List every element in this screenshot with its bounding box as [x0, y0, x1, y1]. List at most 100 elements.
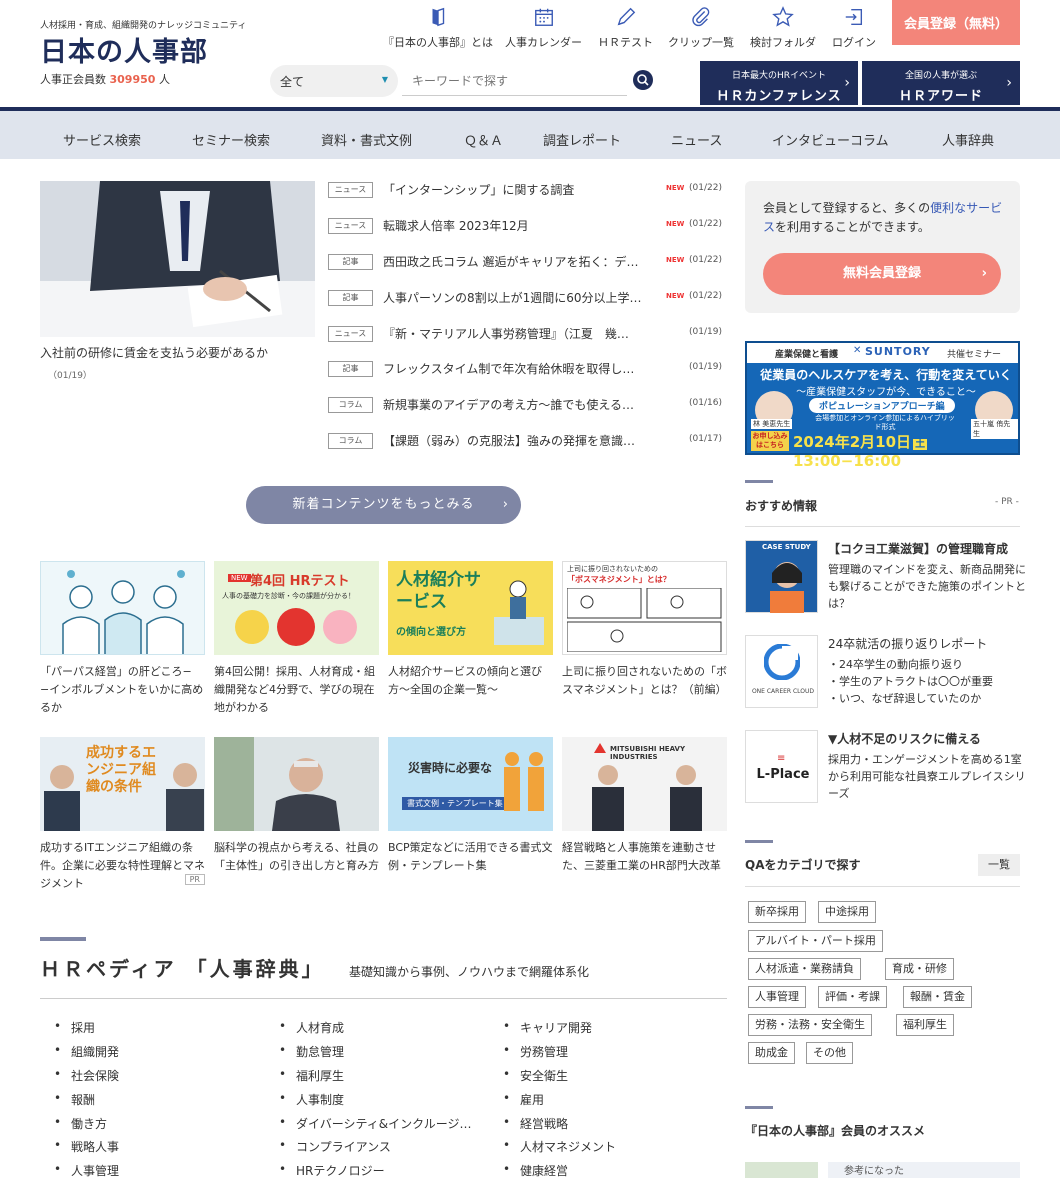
qa-tag[interactable]: 人事管理 [748, 986, 806, 1008]
search-category-select[interactable]: 全て ▼ [270, 65, 398, 97]
chevron-right-icon: › [1006, 75, 1012, 91]
recommend-image-label: L-Place [756, 767, 810, 782]
news-row[interactable]: 記事 フレックスタイム制で年次有給休暇を取得し… (01/19) [328, 360, 723, 380]
topnav-about[interactable]: 『日本の人事部』とは [383, 6, 493, 50]
register-button[interactable]: 会員登録（無料） [892, 0, 1020, 45]
news-tag: 記事 [328, 254, 373, 270]
news-tag: ニュース [328, 218, 373, 234]
nav-service-search[interactable]: サービス検索 [63, 130, 141, 149]
qa-tag[interactable]: 報酬・賃金 [903, 986, 972, 1008]
feature-card[interactable]: 成功するエンジニア組織の条件 成功するITエンジニア組織の条件。企業に必要な特性… [40, 737, 205, 893]
qa-divider [745, 886, 1020, 887]
qa-tag[interactable]: 育成・研修 [885, 958, 954, 980]
qa-tag[interactable]: 評価・考課 [818, 986, 887, 1008]
card-image: 人材紹介サービス の傾向と選び方 [388, 561, 553, 655]
feature-card[interactable]: 上司に振り回されないための 「ボスマネジメント」とは？ 上司に振り回されないため… [562, 561, 727, 699]
qa-tag[interactable]: 新卒採用 [748, 901, 806, 923]
dict-item[interactable]: 人材育成 [279, 1019, 344, 1036]
hr-award-banner[interactable]: 全国の人事が選ぶ ＨＲアワード › [862, 61, 1020, 105]
dict-item[interactable]: 報酬 [54, 1091, 95, 1108]
dict-item[interactable]: 採用 [54, 1019, 95, 1036]
dict-item[interactable]: HRテクノロジー [279, 1162, 385, 1179]
nav-hr-dictionary[interactable]: 人事辞典 [942, 130, 994, 149]
member-count-label: 人事正会員数 [40, 73, 106, 86]
topnav-calendar[interactable]: 人事カレンダー [505, 6, 582, 50]
dict-item[interactable]: 安全衛生 [503, 1067, 568, 1084]
hero-image[interactable] [40, 181, 315, 337]
dict-item[interactable]: 人事管理 [54, 1162, 119, 1179]
dict-item[interactable]: 健康経営 [503, 1162, 568, 1179]
dict-item[interactable]: キャリア開発 [503, 1019, 592, 1036]
topnav-clips[interactable]: クリップ一覧 [668, 6, 734, 50]
qa-tag[interactable]: 人材派遣・業務請負 [748, 958, 861, 980]
news-date: (01/22) [689, 291, 722, 301]
topnav-calendar-label: 人事カレンダー [505, 36, 582, 49]
feature-card[interactable]: NEW 第4回 HRテスト 人事の基礎力を診断・今の課題が分かる！ 第4回公開！… [214, 561, 379, 717]
news-row[interactable]: ニュース 「インターンシップ」に関する調査 NEW (01/22) [328, 181, 723, 201]
qa-tag[interactable]: 中途採用 [818, 901, 876, 923]
news-row[interactable]: ニュース 『新・マテリアル人事労務管理』（江夏 幾… (01/19) [328, 325, 723, 345]
topnav-hrtest[interactable]: ＨＲテスト [598, 6, 653, 50]
news-row[interactable]: コラム 新規事業のアイデアの考え方〜誰でも使える… (01/16) [328, 396, 723, 416]
news-date: (01/22) [689, 219, 722, 229]
feature-card[interactable]: 脳科学の視点から考える、社員の「主体性」の引き出し方と育み方 [214, 737, 379, 875]
one-career-logo-icon [764, 644, 800, 680]
free-register-button[interactable]: 無料会員登録 › [763, 253, 1001, 295]
dict-item[interactable]: ダイバーシティ&インクルージ… [279, 1115, 472, 1132]
speaker1-name: 林 美恵先生 [751, 419, 793, 429]
card-title: 「パーパス経営」の肝どころ−−インボルブメントをいかに高めるか [40, 665, 204, 714]
nav-survey-reports[interactable]: 調査レポート [543, 130, 621, 149]
recommend-pr: - PR - [995, 497, 1019, 507]
dict-item[interactable]: 人材マネジメント [503, 1138, 616, 1155]
feature-card[interactable]: 「パーパス経営」の肝どころ−−インボルブメントをいかに高めるか [40, 561, 205, 717]
dict-item[interactable]: 雇用 [503, 1091, 544, 1108]
calendar-icon [534, 8, 553, 26]
hero-title[interactable]: 入社前の研修に賃金を支払う必要があるか [40, 344, 320, 361]
new-badge: NEW [666, 256, 685, 264]
news-row[interactable]: コラム 【課題（弱み）の克服法】強みの発揮を意識… (01/17) [328, 432, 723, 452]
seminar-subhead: 〜産業保健スタッフが今、できること〜 [796, 387, 976, 398]
dict-item[interactable]: 社会保険 [54, 1067, 119, 1084]
chevron-right-icon: › [502, 497, 509, 512]
site-header: 人材採用・育成、組織開発のナレッジコミュニティ 日本の人事部 人事正会員数 30… [0, 0, 1060, 106]
news-row[interactable]: 記事 西田政之氏コラム 邂逅がキャリアを拓く：デ… NEW (01/22) [328, 253, 723, 273]
seminar-banner[interactable]: 産業保健と看護 ✕ SUNTORY 共催セミナー 従業員のヘルスケアを考え、行動… [745, 341, 1020, 470]
qa-tag[interactable]: アルバイト・パート採用 [748, 930, 883, 952]
dict-item[interactable]: 組織開発 [54, 1043, 119, 1060]
dict-item[interactable]: 経営戦略 [503, 1115, 568, 1132]
site-logo[interactable]: 日本の人事部 [40, 30, 208, 69]
qa-tag[interactable]: 労務・法務・安全衛生 [748, 1014, 872, 1036]
recommend-text: 管理職のマインドを変え、新商品開発にも繋げることができた施策のポイントとは？ [828, 563, 1026, 610]
hr-conference-banner[interactable]: 日本最大のHRイベント ＨＲカンファレンス › [700, 61, 858, 105]
topnav-login[interactable]: ログイン [832, 6, 876, 50]
topnav-folder[interactable]: 検討フォルダ [750, 6, 816, 50]
qa-tag[interactable]: 福利厚生 [896, 1014, 954, 1036]
qa-list-button[interactable]: 一覧 [978, 854, 1020, 876]
search-input[interactable] [402, 66, 627, 96]
more-content-button[interactable]: 新着コンテンツをもっとみる › [246, 486, 521, 524]
nav-interview-column[interactable]: インタビューコラム [772, 130, 889, 149]
chevron-right-icon: › [844, 75, 850, 91]
dict-item[interactable]: コンプライアンス [279, 1138, 391, 1155]
card-title: 第4回公開！採用、人材育成・組織開発など4分野で、学びの現在地がわかる [214, 665, 375, 714]
feature-card[interactable]: 人材紹介サービス の傾向と選び方 人材紹介サービスの傾向と選び方〜全国の企業一覧… [388, 561, 553, 699]
dict-item[interactable]: 働き方 [54, 1115, 107, 1132]
dict-item[interactable]: 労務管理 [503, 1043, 568, 1060]
nav-news[interactable]: ニュース [671, 130, 722, 149]
card-new-badge: NEW [228, 574, 251, 582]
qa-tag[interactable]: その他 [806, 1042, 853, 1064]
feature-card[interactable]: MITSUBISHI HEAVY INDUSTRIES 経営戦略と人事施策を連動… [562, 737, 727, 875]
dict-item[interactable]: 人事制度 [279, 1091, 344, 1108]
dict-item[interactable]: 福利厚生 [279, 1067, 344, 1084]
news-row[interactable]: ニュース 転職求人倍率 2023年12月 NEW (01/22) [328, 217, 723, 237]
nav-documents[interactable]: 資料・書式文例 [321, 130, 412, 149]
nav-seminar-search[interactable]: セミナー検索 [192, 130, 270, 149]
search-button[interactable] [633, 70, 653, 90]
dict-item[interactable]: 勤怠管理 [279, 1043, 344, 1060]
member-recommend-item[interactable]: 参考になった [828, 1162, 1020, 1178]
news-row[interactable]: 記事 人事パーソンの8割以上が1週間に60分以上学… NEW (01/22) [328, 289, 723, 309]
nav-qa[interactable]: Ｑ＆Ａ [464, 130, 503, 149]
qa-tag[interactable]: 助成金 [748, 1042, 795, 1064]
dict-item[interactable]: 戦略人事 [54, 1138, 119, 1155]
feature-card[interactable]: 災害時に必要な 書式文例・テンプレート集 BCP策定などに活用できる書式文例・テ… [388, 737, 553, 875]
